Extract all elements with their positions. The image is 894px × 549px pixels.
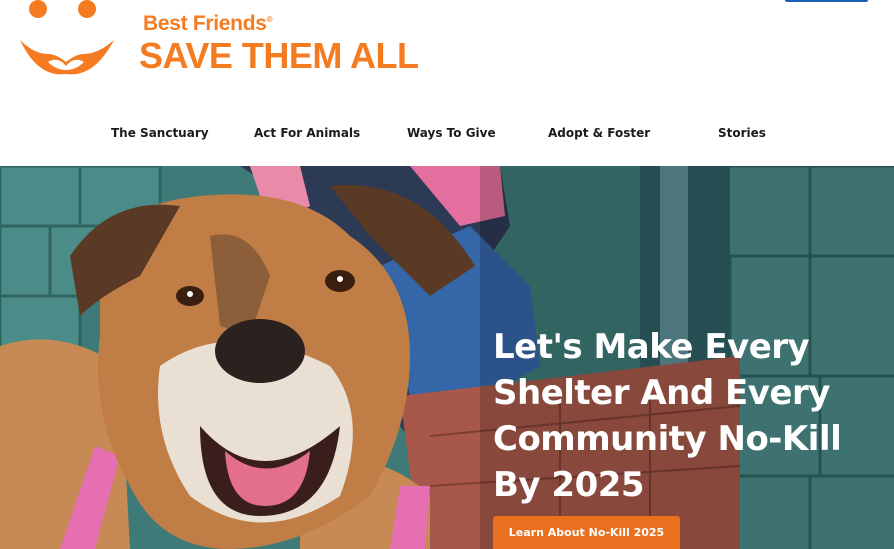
nav-item-adopt-foster[interactable]: Adopt & Foster [548,126,650,140]
learn-about-no-kill-button[interactable]: Learn About No-Kill 2025 [493,516,680,549]
nav-item-sanctuary[interactable]: The Sanctuary [111,126,209,140]
brand-name: Best Friends® [143,12,273,35]
hero-headline-line: Community No-Kill [493,418,842,459]
main-nav: The Sanctuary Act For Animals Ways To Gi… [0,118,894,148]
nav-item-act-for-animals[interactable]: Act For Animals [254,126,360,140]
brand-tagline: SAVE THEM ALL [139,35,419,76]
top-donate-button[interactable] [785,0,868,2]
nav-item-stories[interactable]: Stories [718,126,766,140]
hero-headline: Let's Make Every Shelter And Every Commu… [493,324,883,508]
hero-headline-line: By 2025 [493,464,645,505]
hero-banner: Let's Make Every Shelter And Every Commu… [0,166,894,549]
site-header: Best Friends® SAVE THEM ALL The Sanctuar… [0,0,894,166]
hero-headline-line: Shelter And Every [493,372,830,413]
site-logo[interactable]: Best Friends® SAVE THEM ALL [18,0,438,80]
paw-smile-icon [20,0,114,75]
nav-item-ways-to-give[interactable]: Ways To Give [407,126,496,140]
hero-headline-line: Let's Make Every [493,326,810,367]
